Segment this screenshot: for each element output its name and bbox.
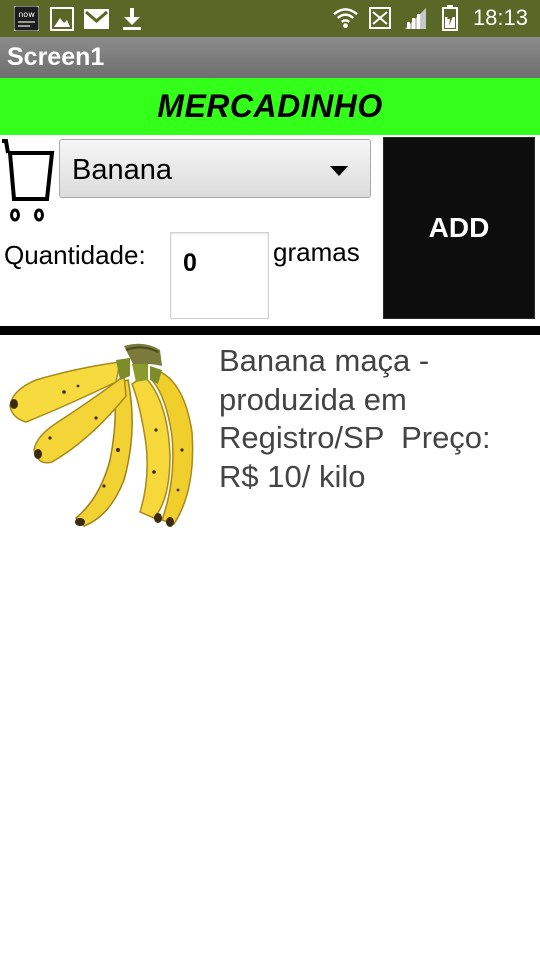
download-icon (119, 6, 144, 31)
now-app-icon: now (14, 6, 39, 31)
add-button-label: ADD (428, 212, 490, 243)
status-right-icons: 18:13 (333, 5, 528, 31)
cart-icon[interactable] (0, 137, 56, 229)
quantity-label: Quantidade: (4, 240, 146, 270)
divider (0, 326, 540, 335)
status-left-icons: now (14, 6, 144, 31)
status-bar: now 18:13 (0, 0, 540, 37)
wifi-icon (333, 6, 358, 31)
status-time: 18:13 (472, 5, 528, 30)
screen-title: Screen1 (7, 43, 105, 71)
signal-icon (403, 6, 428, 31)
add-button[interactable]: ADD (383, 137, 535, 319)
sms-icon (368, 6, 393, 31)
gmail-icon (84, 6, 109, 31)
unit-label: gramas (273, 237, 360, 267)
product-dropdown-value: Banana (72, 154, 172, 186)
product-description: Banana maça - produzida em Registro/SP P… (219, 343, 491, 494)
quantity-input[interactable]: 0 (170, 232, 269, 319)
image-icon (49, 6, 74, 31)
store-banner: MERCADINHO (0, 78, 540, 135)
now-app-text: now (18, 10, 35, 19)
banana-image (6, 340, 204, 532)
title-bar: Screen1 (0, 37, 540, 78)
quantity-value: 0 (183, 249, 197, 277)
banner-title: MERCADINHO (157, 88, 383, 124)
battery-icon (438, 5, 463, 31)
product-dropdown[interactable]: Banana (59, 139, 371, 198)
chevron-down-icon (330, 166, 348, 176)
